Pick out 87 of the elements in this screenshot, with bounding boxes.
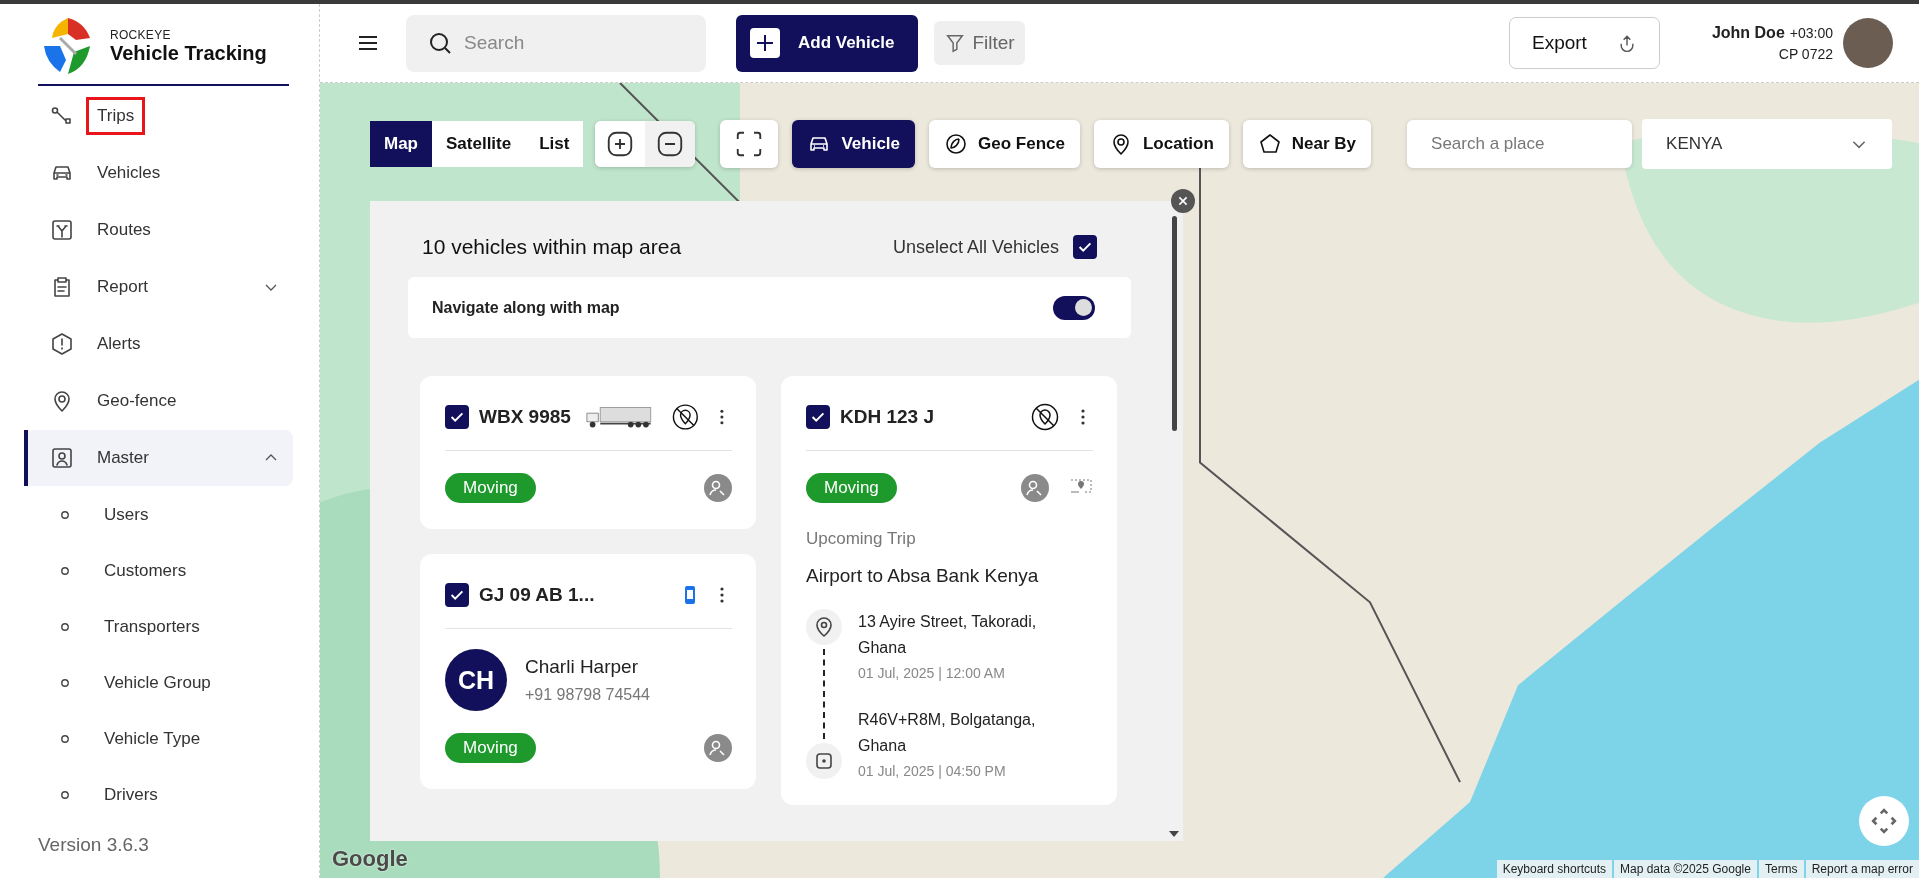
version-label: Version 3.6.3 xyxy=(38,834,150,856)
sidebar-item[interactable]: Alerts xyxy=(24,316,293,372)
user-timezone: +03:00 xyxy=(1789,25,1833,41)
submenu-item[interactable]: Drivers xyxy=(0,767,319,823)
stop-address: R46V+R8M, Bolgatanga, Ghana xyxy=(858,710,1037,756)
sidebar-item[interactable]: Trips xyxy=(24,88,293,144)
zoom-in-button[interactable] xyxy=(595,121,646,167)
attribution-link[interactable]: Terms xyxy=(1758,860,1804,878)
assign-driver-icon[interactable] xyxy=(704,474,732,502)
pentagon-icon xyxy=(1257,132,1282,156)
user-avatar[interactable] xyxy=(1843,18,1893,68)
vehicle-plate: KDH 123 J xyxy=(840,406,934,428)
location-pin-icon xyxy=(806,609,842,645)
status-badge: Moving xyxy=(806,473,897,503)
bullet-icon xyxy=(60,622,70,632)
sidebar-item[interactable]: Vehicles xyxy=(24,145,293,201)
stop-time: 01 Jul, 2025 | 12:00 AM xyxy=(858,665,1006,681)
more-options-icon[interactable] xyxy=(1081,409,1085,425)
user-name: John Doe xyxy=(1711,24,1785,42)
view-tab[interactable]: Map xyxy=(370,121,432,167)
bullet-icon xyxy=(60,678,70,688)
attribution-link[interactable]: Report a map error xyxy=(1805,860,1919,878)
truck-icon xyxy=(584,405,652,429)
layer-button[interactable]: Near By xyxy=(1242,120,1372,168)
trip-name: Airport to Absa Bank Kenya xyxy=(806,565,1040,587)
panel-title: 10 vehicles within map area xyxy=(422,235,682,259)
more-options-icon[interactable] xyxy=(720,409,724,425)
fullscreen-button[interactable] xyxy=(720,120,779,168)
ring-icon xyxy=(944,132,969,156)
add-vehicle-button[interactable]: Add Vehicle xyxy=(736,14,919,72)
unselect-all-checkbox[interactable] xyxy=(1073,235,1097,259)
vehicle-checkbox[interactable] xyxy=(445,583,469,607)
driver-phone: +91 98798 74544 xyxy=(525,686,650,704)
navigate-label: Navigate along with map xyxy=(432,298,620,317)
search-field[interactable]: Search xyxy=(406,14,706,72)
assign-driver-icon[interactable] xyxy=(1021,474,1049,502)
navigate-toggle[interactable] xyxy=(1053,295,1095,320)
destination-icon xyxy=(806,743,842,779)
submenu-item[interactable]: Transporters xyxy=(0,599,319,655)
submenu-item[interactable]: Vehicle Group xyxy=(0,655,319,711)
unselect-all-label: Unselect All Vehicles xyxy=(892,236,1059,258)
bullet-icon xyxy=(60,566,70,576)
bullet-icon xyxy=(60,790,70,800)
user-code: CP 0722 xyxy=(1778,46,1833,62)
sidebar-item[interactable]: Report xyxy=(24,259,293,315)
status-badge: Moving xyxy=(445,473,536,503)
sidebar-item[interactable]: Master xyxy=(24,430,293,486)
assign-driver-icon[interactable] xyxy=(704,734,732,762)
trip-heading: Upcoming Trip xyxy=(806,529,917,549)
vehicle-plate: WBX 9985 xyxy=(479,406,571,428)
stop-time: 01 Jul, 2025 | 04:50 PM xyxy=(858,763,1007,779)
company-name: ROCKEYE xyxy=(110,27,172,42)
move-arrows-icon xyxy=(1871,808,1897,834)
scroll-down-icon[interactable] xyxy=(1169,831,1179,837)
bullet-icon xyxy=(60,510,70,520)
submenu-item[interactable]: Customers xyxy=(0,543,319,599)
layer-button[interactable]: Vehicle xyxy=(792,120,916,168)
fork-road-icon xyxy=(50,218,74,242)
status-badge: Moving xyxy=(445,733,536,763)
driver-avatar: CH xyxy=(445,649,507,711)
more-options-icon[interactable] xyxy=(720,587,724,603)
bullet-icon xyxy=(60,734,70,744)
attribution-link[interactable]: Keyboard shortcuts xyxy=(1496,860,1612,878)
alert-icon xyxy=(50,332,74,356)
driver-name: Charli Harper xyxy=(525,656,639,678)
attribution-link[interactable]: Map data ©2025 Google xyxy=(1614,860,1757,878)
sidebar-item[interactable]: Geo-fence xyxy=(24,373,293,429)
vehicle-plate: GJ 09 AB 1... xyxy=(479,584,595,606)
sidebar-item[interactable]: Routes xyxy=(24,202,293,258)
search-icon xyxy=(428,30,452,55)
stop-address: 13 Ayire Street, Takoradi, Ghana xyxy=(858,612,1038,658)
phone-icon xyxy=(684,585,696,605)
submenu-item[interactable]: Vehicle Type xyxy=(0,711,319,767)
filter-button[interactable]: Filter xyxy=(934,21,1025,65)
vehicle-checkbox[interactable] xyxy=(445,405,469,429)
place-search-field[interactable]: Search a place xyxy=(1407,120,1633,168)
zoom-out-button[interactable] xyxy=(645,121,696,167)
map-logo: Google xyxy=(332,846,408,872)
layer-button[interactable]: Geo Fence xyxy=(929,120,1080,168)
product-name: Vehicle Tracking xyxy=(110,41,267,65)
plus-icon xyxy=(750,28,780,58)
submenu-item[interactable]: Users xyxy=(0,487,319,543)
country-dropdown[interactable]: KENYA xyxy=(1642,119,1893,169)
vehicle-checkbox[interactable] xyxy=(806,405,830,429)
export-button[interactable]: Export xyxy=(1508,17,1660,69)
layer-button[interactable]: Location xyxy=(1093,120,1229,168)
user-badge-icon xyxy=(50,446,74,470)
